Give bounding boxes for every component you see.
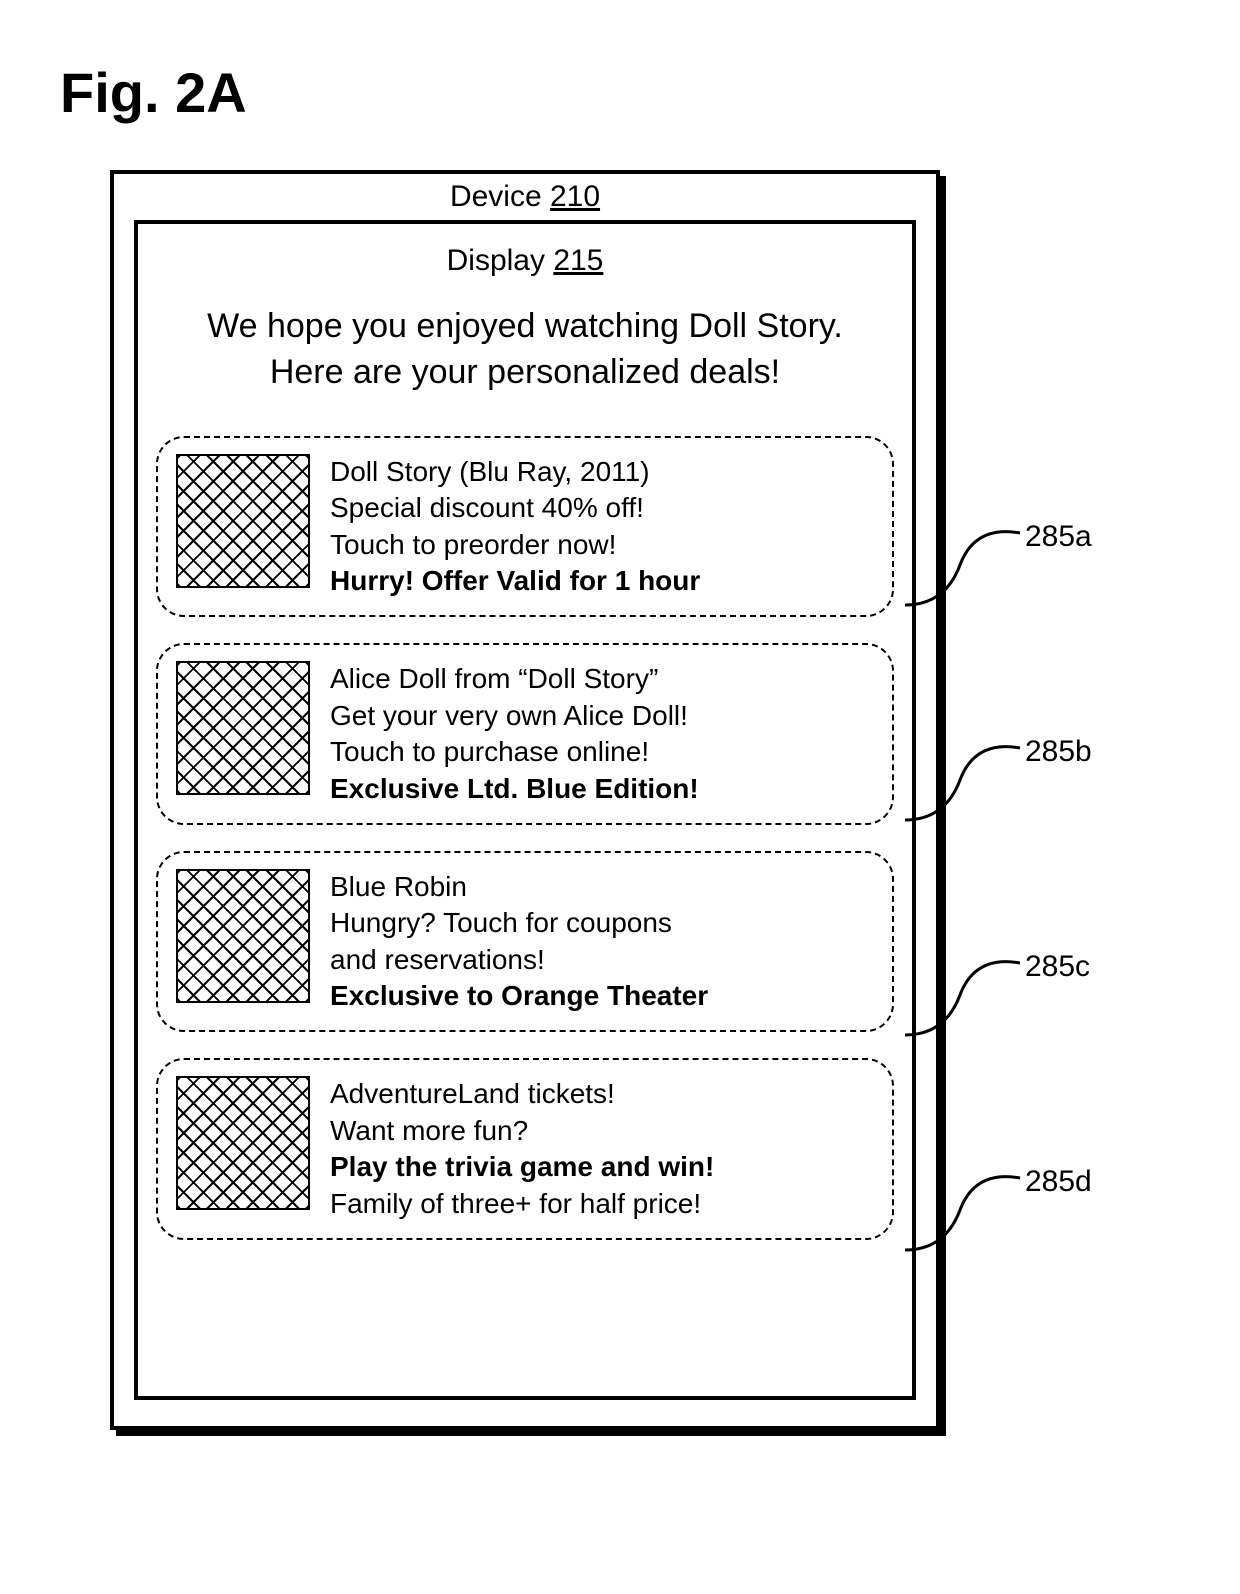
deal-line-emphasis: Hurry! Offer Valid for 1 hour [330,563,700,599]
callout-label-285a: 285a [1025,520,1092,554]
deal-card-text: Doll Story (Blu Ray, 2011) Special disco… [330,454,700,600]
figure-label: Fig. 2A [60,60,247,125]
display-label-prefix: Display [447,244,554,277]
deal-line: Family of three+ for half price! [330,1186,714,1222]
deal-line: and reservations! [330,942,708,978]
callout-label-285d: 285d [1025,1165,1092,1199]
deal-line: AdventureLand tickets! [330,1076,714,1112]
welcome-message: We hope you enjoyed watching Doll Story.… [186,304,864,396]
deal-line: Touch to preorder now! [330,527,700,563]
deal-card-285c[interactable]: Blue Robin Hungry? Touch for coupons and… [156,851,894,1033]
deal-card-285d[interactable]: AdventureLand tickets! Want more fun? Pl… [156,1058,894,1240]
deal-line-emphasis: Play the trivia game and win! [330,1149,714,1185]
deal-card-285b[interactable]: Alice Doll from “Doll Story” Get your ve… [156,643,894,825]
callout-label-285c: 285c [1025,950,1090,984]
deal-line-emphasis: Exclusive Ltd. Blue Edition! [330,771,699,807]
callout-label-285b: 285b [1025,735,1092,769]
display-label: Display 215 [156,244,894,278]
deal-card-text: Blue Robin Hungry? Touch for coupons and… [330,869,708,1015]
deal-line: Alice Doll from “Doll Story” [330,661,699,697]
deal-line: Special discount 40% off! [330,490,700,526]
patent-figure-page: Fig. 2A Device 210 Display 215 We hope y… [0,0,1240,1594]
display-frame: Display 215 We hope you enjoyed watching… [134,220,916,1400]
device-label-number: 210 [550,180,600,213]
deal-card-text: AdventureLand tickets! Want more fun? Pl… [330,1076,714,1222]
deal-line: Touch to purchase online! [330,734,699,770]
deal-line: Blue Robin [330,869,708,905]
deal-line: Hungry? Touch for coupons [330,905,708,941]
deal-thumbnail-icon [176,1076,310,1210]
deal-thumbnail-icon [176,454,310,588]
device-label: Device 210 [114,180,936,214]
deal-line: Get your very own Alice Doll! [330,698,699,734]
deal-thumbnail-icon [176,869,310,1003]
deal-card-text: Alice Doll from “Doll Story” Get your ve… [330,661,699,807]
deal-line: Doll Story (Blu Ray, 2011) [330,454,700,490]
display-label-number: 215 [553,244,603,277]
deal-thumbnail-icon [176,661,310,795]
device-label-prefix: Device [450,180,550,213]
deal-line-emphasis: Exclusive to Orange Theater [330,978,708,1014]
deal-card-285a[interactable]: Doll Story (Blu Ray, 2011) Special disco… [156,436,894,618]
device-frame: Device 210 Display 215 We hope you enjoy… [110,170,940,1430]
deal-line: Want more fun? [330,1113,714,1149]
